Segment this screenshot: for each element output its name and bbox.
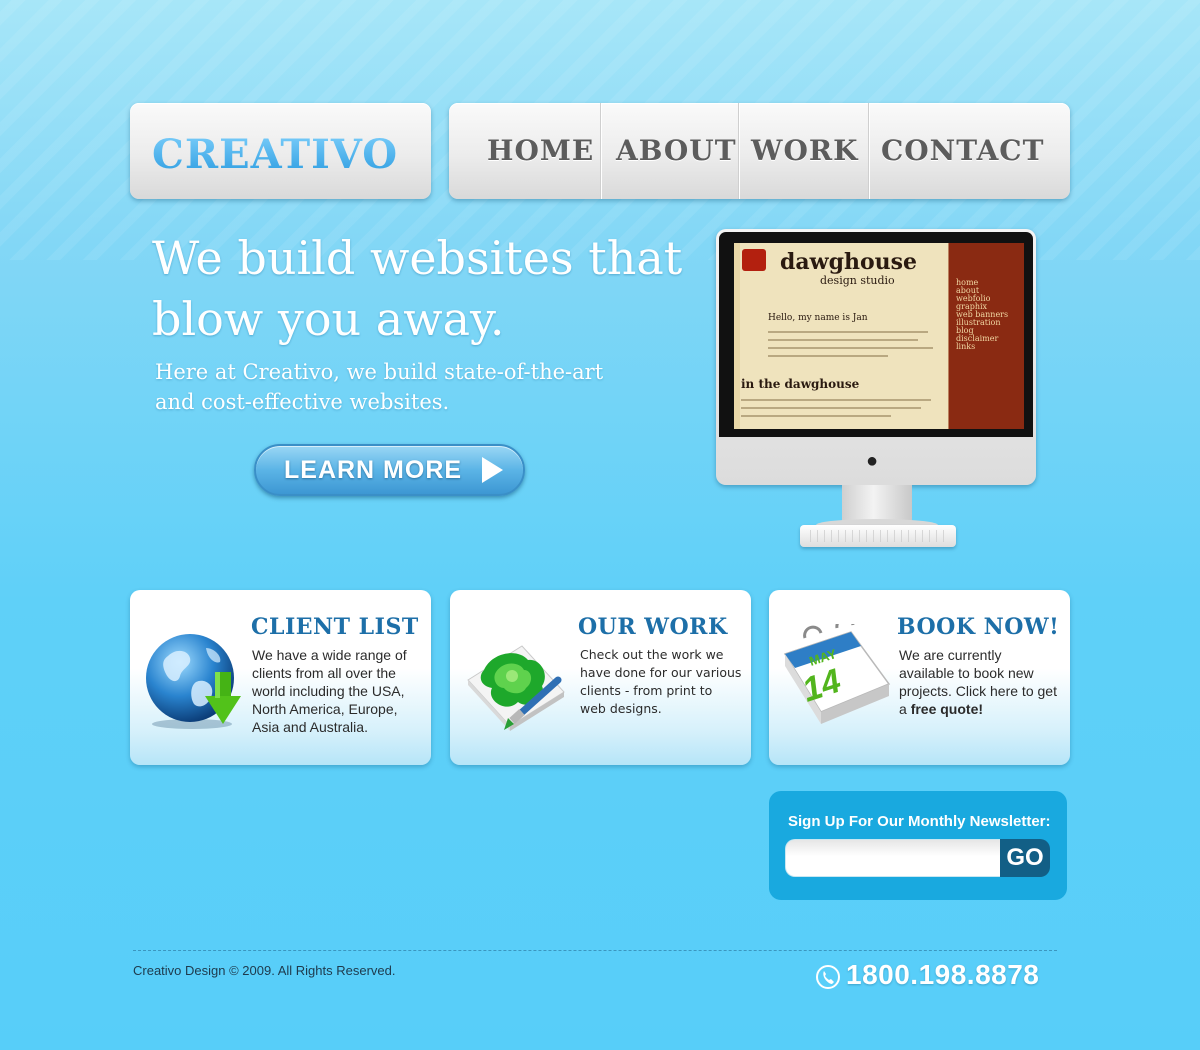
screen-text-line [768, 347, 933, 349]
play-arrow-icon [482, 457, 503, 483]
screen-text-line [741, 407, 921, 409]
screen-brand: dawghouse [780, 249, 918, 275]
calendar-icon: MAY 14 [783, 624, 891, 724]
hero-headline: We build websites that blow you away. [152, 228, 712, 350]
screen-heading: in the dawghouse [741, 377, 860, 391]
keyboard-image [800, 525, 956, 547]
card-our-work[interactable]: OUR WORK Check out the work we have done… [450, 590, 751, 765]
globe-download-icon [146, 634, 241, 729]
copyright-text: Creativo Design © 2009. All Rights Reser… [133, 963, 396, 978]
hero-subheadline-line: Here at Creativo, we build state-of-the-… [155, 360, 604, 384]
card-client-list[interactable]: CLIENT LIST We have a wide range of clie… [130, 590, 431, 765]
newsletter-label: Sign Up For Our Monthly Newsletter: [788, 813, 1051, 830]
hero-headline-line: blow you away. [152, 292, 505, 346]
screen-menu-item: links [956, 342, 976, 351]
newsletter-email-input[interactable] [785, 839, 1001, 877]
hero-headline-line: We build websites that [152, 231, 683, 285]
nav-item-about[interactable]: ABOUT [616, 103, 737, 199]
nav-separator [868, 103, 870, 199]
nav-item-work[interactable]: WORK [751, 103, 858, 199]
main-nav: HOME ABOUT WORK CONTACT [449, 103, 1070, 199]
nav-item-home[interactable]: HOME [487, 103, 594, 199]
hero-subheadline: Here at Creativo, we build state-of-the-… [155, 357, 655, 417]
newsletter-go-button[interactable]: GO [1000, 839, 1050, 877]
monitor-stand [842, 485, 912, 523]
monitor-frame: dawghouse design studio Hello, my name i… [716, 229, 1036, 485]
card-text: We are currently available to book new p… [899, 646, 1059, 718]
screen-text-line [768, 331, 928, 333]
monitor-chin: ● [716, 437, 1036, 485]
hero-subheadline-line: and cost-effective websites. [155, 390, 450, 414]
nav-item-contact[interactable]: CONTACT [881, 103, 1044, 199]
screen-text-line [741, 415, 891, 417]
card-title: CLIENT LIST [251, 614, 419, 640]
logo-box: CREATIVO [130, 103, 431, 199]
learn-more-button[interactable]: LEARN MORE [254, 444, 525, 496]
screen-hello: Hello, my name is Jan [768, 313, 868, 323]
card-text: We have a wide range of clients from all… [252, 647, 407, 735]
nav-separator [738, 103, 740, 199]
card-text: Check out the work we have done for our … [580, 647, 742, 716]
paint-brush-canvas-icon [467, 645, 565, 731]
imac-monitor-image: dawghouse design studio Hello, my name i… [716, 229, 1036, 551]
card-book-now[interactable]: MAY 14 BOOK NOW! We are currently availa… [769, 590, 1070, 765]
paw-icon [742, 249, 766, 271]
screen-text-line [768, 355, 888, 357]
screen-text-line [768, 339, 918, 341]
card-title: BOOK NOW! [897, 614, 1060, 640]
newsletter-box: Sign Up For Our Monthly Newsletter: GO [769, 791, 1067, 900]
screen-text-line [741, 399, 931, 401]
apple-logo-icon: ● [866, 450, 879, 472]
site-logo[interactable]: CREATIVO [152, 131, 398, 178]
free-quote-link[interactable]: free quote! [911, 701, 983, 717]
phone-number[interactable]: 1800.198.8878 [846, 959, 1039, 991]
screen-brand-sub: design studio [820, 274, 895, 287]
learn-more-label: LEARN MORE [284, 456, 463, 484]
phone-icon [816, 965, 840, 989]
monitor-screen: dawghouse design studio Hello, my name i… [734, 243, 1024, 429]
card-title: OUR WORK [578, 614, 728, 640]
footer-divider [133, 950, 1057, 951]
nav-separator [600, 103, 602, 199]
screen-menu: home about webfolio graphix web banners … [956, 279, 1018, 351]
monitor-bezel: dawghouse design studio Hello, my name i… [719, 232, 1033, 437]
